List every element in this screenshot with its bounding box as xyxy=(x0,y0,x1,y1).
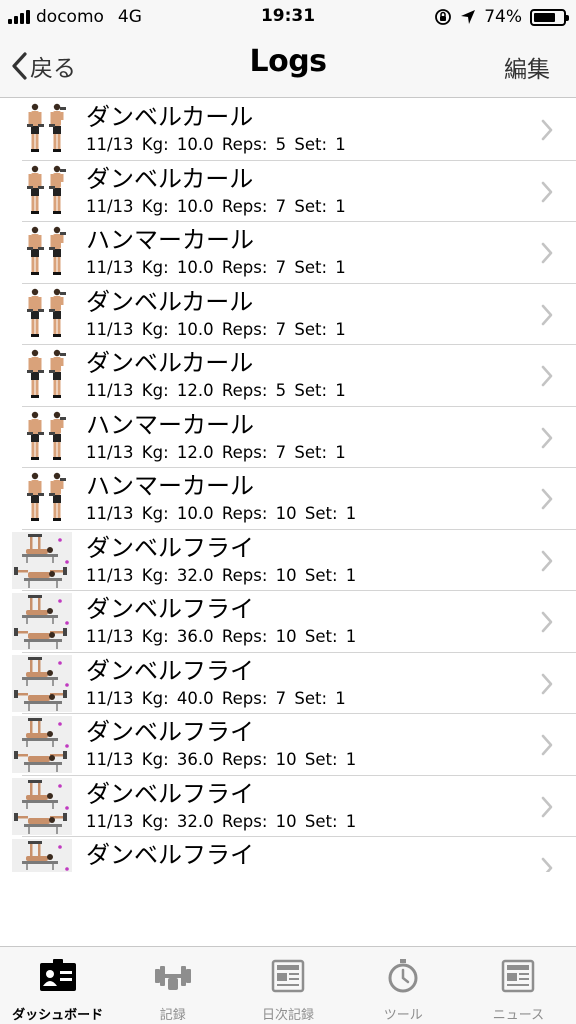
chevron-right-icon xyxy=(540,241,554,269)
status-bar: docomo 4G 19:31 74% xyxy=(0,0,576,34)
tab-label: ニュース xyxy=(492,1008,545,1023)
log-row[interactable]: ダンベルカール 11/13 Kg: 10.0 Reps: 7 Set: 1 xyxy=(0,284,576,346)
hammer-curl-thumbnail xyxy=(24,224,72,281)
exercise-name: ダンベルフライ xyxy=(86,779,254,808)
page-title: Logs xyxy=(249,44,327,79)
orientation-lock-icon xyxy=(435,9,452,25)
exercise-name: ダンベルカール xyxy=(86,349,254,377)
status-right: 74% xyxy=(434,6,569,28)
dumbbell-curl-thumbnail xyxy=(24,347,72,404)
dumbbell-fly-thumbnail xyxy=(12,839,72,872)
battery-icon xyxy=(530,8,569,26)
chevron-right-icon xyxy=(540,672,554,700)
log-row[interactable]: ダンベルフライ 11/13 Kg: 32.0 Reps: 10 Set: 1 xyxy=(0,776,576,838)
exercise-name: ダンベルフライ xyxy=(86,718,254,746)
battery-percent: 74% xyxy=(484,7,522,27)
battery-fill xyxy=(534,12,555,22)
log-row[interactable]: ダンベルフライ 11/13 Kg: 36.0 Reps: 10 Set: 1 xyxy=(0,714,576,776)
exercise-name: ダンベルフライ xyxy=(86,533,254,562)
log-details: 11/13 Kg: 10.0 Reps: 5 Set: 1 xyxy=(86,135,346,154)
log-row[interactable]: ハンマーカール 11/13 Kg: 12.0 Reps: 7 Set: 1 xyxy=(0,407,576,469)
dumbbell-fly-thumbnail xyxy=(12,531,72,589)
chevron-right-icon xyxy=(540,487,554,515)
chevron-right-icon xyxy=(540,795,554,823)
dumbbell-fly-thumbnail xyxy=(12,654,72,712)
chevron-right-icon xyxy=(540,426,554,454)
tab-label: 日次記録 xyxy=(262,1008,315,1023)
tab-label: ツール xyxy=(383,1008,423,1023)
exercise-name: ダンベルフライ xyxy=(86,656,254,685)
log-details: 11/13 Kg: 32.0 Reps: 10 Set: 1 xyxy=(86,811,357,831)
log-details: 11/13 Kg: 10.0 Reps: 7 Set: 1 xyxy=(86,196,346,216)
log-row[interactable]: ダンベルカール 11/13 Kg: 10.0 Reps: 5 Set: 1 xyxy=(0,99,576,161)
chevron-right-icon xyxy=(540,549,554,577)
tab-bar: ダッシュボード 記録 日次記録 ツール ニュース xyxy=(0,946,576,1024)
hammer-curl-thumbnail xyxy=(24,470,72,527)
exercise-name: ハンマーカール xyxy=(86,472,254,500)
log-row[interactable]: ダンベルカール 11/13 Kg: 10.0 Reps: 7 Set: 1 xyxy=(0,161,576,223)
log-row[interactable]: ダンベルフライ 11/13 Kg: 32.0 Reps: 10 Set: 1 xyxy=(0,530,576,592)
log-details: 11/13 Kg: 36.0 Reps: 10 Set: 1 xyxy=(86,627,357,646)
exercise-name: ハンマーカール xyxy=(86,226,254,254)
exercise-name: ダンベルフライ xyxy=(86,841,254,869)
log-row[interactable]: ダンベルフライ xyxy=(0,837,576,872)
dumbbell-curl-thumbnail xyxy=(24,163,72,220)
exercise-name: ダンベルフライ xyxy=(86,595,254,623)
tab-label: 記録 xyxy=(159,1008,186,1023)
log-row[interactable]: ダンベルカール 11/13 Kg: 12.0 Reps: 5 Set: 1 xyxy=(0,345,576,407)
dumbbell-curl-thumbnail xyxy=(24,286,72,343)
log-row[interactable]: ハンマーカール 11/13 Kg: 10.0 Reps: 10 Set: 1 xyxy=(0,468,576,530)
log-details: 11/13 Kg: 36.0 Reps: 10 Set: 1 xyxy=(86,750,357,769)
tab-daily-log[interactable]: 日次記録 xyxy=(230,947,345,1024)
exercise-name: ダンベルカール xyxy=(86,103,254,131)
chevron-right-icon xyxy=(540,733,554,761)
daily-log-icon xyxy=(271,959,305,997)
log-row[interactable]: ダンベルフライ 11/13 Kg: 40.0 Reps: 7 Set: 1 xyxy=(0,653,576,715)
hammer-curl-thumbnail xyxy=(24,409,72,466)
log-details: 11/13 Kg: 12.0 Reps: 5 Set: 1 xyxy=(86,381,346,400)
tab-stopwatch[interactable]: ツール xyxy=(346,947,461,1024)
exercise-name: ダンベルカール xyxy=(86,164,254,193)
exercise-name: ハンマーカール xyxy=(86,410,254,439)
navigation-bar: 戻る Logs 編集 xyxy=(0,34,576,98)
log-details: 11/13 Kg: 40.0 Reps: 7 Set: 1 xyxy=(86,688,346,708)
tab-news[interactable]: ニュース xyxy=(461,947,576,1024)
barbell-icon xyxy=(153,959,193,997)
chevron-right-icon xyxy=(540,180,554,208)
log-details: 11/13 Kg: 10.0 Reps: 7 Set: 1 xyxy=(86,319,346,339)
dumbbell-fly-thumbnail xyxy=(12,777,72,835)
chevron-right-icon xyxy=(540,610,554,638)
dumbbell-fly-thumbnail xyxy=(12,716,72,773)
chevron-right-icon xyxy=(540,364,554,392)
dashboard-icon xyxy=(39,959,77,997)
tab-dashboard[interactable]: ダッシュボード xyxy=(0,947,115,1024)
log-details: 11/13 Kg: 10.0 Reps: 7 Set: 1 xyxy=(86,258,346,277)
chevron-right-icon xyxy=(540,118,554,146)
tab-label: ダッシュボード xyxy=(12,1008,104,1023)
log-details: 11/13 Kg: 32.0 Reps: 10 Set: 1 xyxy=(86,565,357,585)
log-list[interactable]: ダンベルカール 11/13 Kg: 10.0 Reps: 5 Set: 1 ダンベ… xyxy=(0,99,576,872)
dumbbell-curl-thumbnail xyxy=(24,101,72,158)
tab-barbell[interactable]: 記録 xyxy=(115,947,230,1024)
chevron-right-icon xyxy=(540,303,554,331)
news-icon xyxy=(501,959,535,997)
dumbbell-fly-thumbnail xyxy=(12,593,72,650)
location-icon xyxy=(461,10,476,24)
log-row[interactable]: ダンベルフライ 11/13 Kg: 36.0 Reps: 10 Set: 1 xyxy=(0,591,576,653)
edit-button[interactable]: 編集 xyxy=(504,50,550,84)
log-row[interactable]: ハンマーカール 11/13 Kg: 10.0 Reps: 7 Set: 1 xyxy=(0,222,576,284)
exercise-name: ダンベルカール xyxy=(86,287,254,316)
stopwatch-icon xyxy=(386,959,420,997)
log-details: 11/13 Kg: 12.0 Reps: 7 Set: 1 xyxy=(86,442,346,462)
chevron-right-icon xyxy=(540,856,554,872)
log-details: 11/13 Kg: 10.0 Reps: 10 Set: 1 xyxy=(86,504,357,523)
